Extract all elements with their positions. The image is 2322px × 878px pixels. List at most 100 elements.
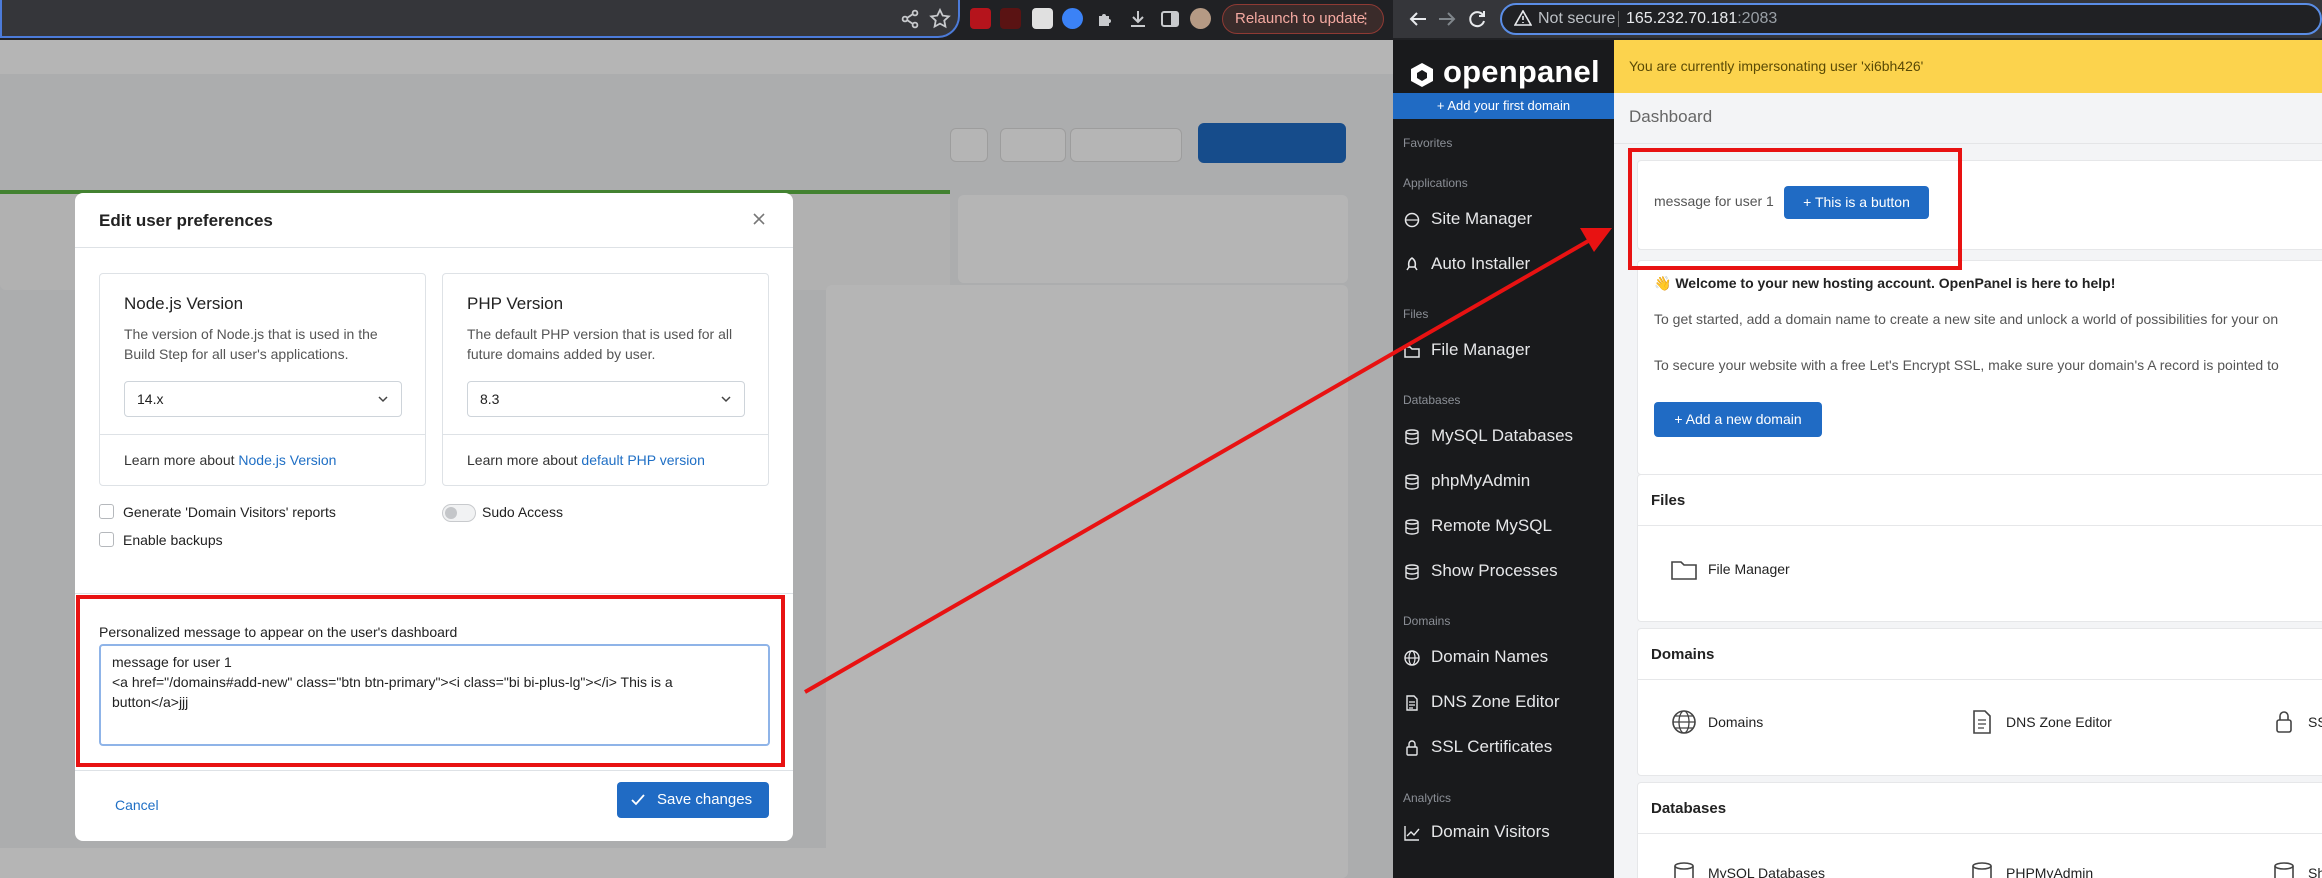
sidebar-item-mysql-databases[interactable]: MySQL Databases <box>1403 424 1573 448</box>
openpanel-sidebar: openpanel + Add your first domain Favori… <box>1393 40 1614 878</box>
sidebar-item-label: Show Processes <box>1431 561 1558 580</box>
breadcrumb: Dashboard <box>1629 107 1713 126</box>
sidebar-item-label: Site Manager <box>1431 209 1533 228</box>
forward-arrow-icon[interactable] <box>1435 7 1459 31</box>
database-icon <box>1405 474 1419 490</box>
sidebar-item-label: Domain Visitors <box>1431 822 1550 841</box>
sidebar-item-phpmyadmin[interactable]: phpMyAdmin <box>1403 469 1530 493</box>
enable-backups-label: Enable backups <box>123 532 223 548</box>
extension-game-icon[interactable] <box>1032 8 1053 29</box>
files-item-label: File Manager <box>1708 561 1790 577</box>
profile-avatar[interactable] <box>1190 8 1211 29</box>
sudo-access-toggle[interactable] <box>442 504 476 522</box>
extension-password-icon[interactable] <box>1062 8 1083 29</box>
openpanel-logo-icon <box>1411 63 1433 87</box>
sidebar-item-label: Domain Names <box>1431 647 1549 666</box>
sidebar-item-domain-visitors[interactable]: Domain Visitors <box>1403 820 1550 844</box>
sidebar-item-file-manager[interactable]: File Manager <box>1403 338 1530 362</box>
php-version-select[interactable]: 8.3 <box>467 381 745 417</box>
sidebar-item-remote-mysql[interactable]: Remote MySQL <box>1403 514 1552 538</box>
nodejs-selected-value: 14.x <box>137 391 164 407</box>
nodejs-card-title: Node.js Version <box>124 294 244 313</box>
relaunch-label: Relaunch to update <box>1235 10 1366 27</box>
add-new-domain-button[interactable]: + Add a new domain <box>1654 402 1822 437</box>
sidebar-section-files: Files <box>1403 307 1429 321</box>
sidebar-item-dns-zone-editor[interactable]: DNS Zone Editor <box>1403 690 1560 714</box>
url-text: 165.232.70.181:2083 <box>1626 5 1777 33</box>
chevron-down-icon <box>721 396 731 403</box>
extension-red-icon[interactable] <box>970 8 991 29</box>
sidebar-item-label: SSL Certificates <box>1431 737 1553 756</box>
address-separator <box>1618 11 1619 27</box>
php-learn-link[interactable]: default PHP version <box>581 452 704 468</box>
database-icon <box>1405 429 1419 445</box>
domains-item-domains[interactable]: Domains <box>1670 707 1763 737</box>
modal-footer-divider <box>75 770 793 771</box>
domains-heading: Domains <box>1651 646 1715 663</box>
annotation-box-dashboard-message <box>1628 148 1962 270</box>
impersonation-banner: You are currently impersonating user 'xi… <box>1614 40 2322 93</box>
site-manager-icon <box>1404 212 1420 228</box>
check-icon <box>631 794 645 806</box>
sidebar-item-ssl-certificates[interactable]: SSL Certificates <box>1403 735 1552 759</box>
php-card-footer: Learn more about default PHP version <box>443 434 768 486</box>
globe-icon <box>1672 710 1696 734</box>
databases-item-phpmyadmin[interactable]: PHPMyAdmin <box>1968 858 2093 878</box>
back-arrow-icon[interactable] <box>1406 7 1430 31</box>
databases-heading: Databases <box>1651 800 1727 817</box>
browser-toolbar: Relaunch to update ⋮ Not secure 165.232.… <box>0 0 2322 40</box>
domains-divider <box>1638 679 2322 680</box>
sidebar-section-domains: Domains <box>1403 614 1451 628</box>
line-chart-icon <box>1404 826 1420 841</box>
annotation-box-message-field <box>76 595 785 767</box>
sidebar-item-label: File Manager <box>1431 340 1531 359</box>
databases-item-mysql[interactable]: MySQL Databases <box>1670 858 1825 878</box>
nodejs-version-select[interactable]: 14.x <box>124 381 402 417</box>
php-selected-value: 8.3 <box>480 391 500 407</box>
enable-backups-checkbox[interactable] <box>99 532 114 547</box>
sidebar-item-site-manager[interactable]: Site Manager <box>1403 207 1532 231</box>
sidebar-item-domain-names[interactable]: Domain Names <box>1403 645 1548 669</box>
add-first-domain-button[interactable]: + Add your first domain <box>1393 93 1614 119</box>
domains-item-ssl[interactable]: SS <box>2270 707 2322 737</box>
save-changes-button[interactable]: Save changes <box>617 782 769 818</box>
databases-item-show[interactable]: Sh <box>2270 858 2322 878</box>
domain-visitors-checkbox[interactable] <box>99 504 114 519</box>
bookmark-star-icon[interactable] <box>928 7 952 31</box>
url-port: :2083 <box>1737 10 1778 27</box>
extension-dark-red-icon[interactable] <box>1000 8 1021 29</box>
domains-item-dns-zone-editor[interactable]: DNS Zone Editor <box>1968 707 2112 737</box>
nodejs-version-card: Node.js Version The version of Node.js t… <box>99 273 426 486</box>
nodejs-learn-link[interactable]: Node.js Version <box>238 452 336 468</box>
sidebar-item-label: MySQL Databases <box>1431 426 1574 445</box>
sidebar-item-auto-installer[interactable]: Auto Installer <box>1403 252 1530 276</box>
databases-item-label: PHPMyAdmin <box>2006 865 2094 878</box>
nodejs-card-footer: Learn more about Node.js Version <box>100 434 425 486</box>
database-icon <box>1674 862 1694 878</box>
address-bar[interactable]: Not secure 165.232.70.181:2083 <box>1500 3 2322 35</box>
domains-item-label: SS <box>2308 714 2322 730</box>
sidebar-item-show-processes[interactable]: Show Processes <box>1403 559 1558 583</box>
sidebar-item-label: Auto Installer <box>1431 254 1531 273</box>
globe-icon <box>1404 650 1420 666</box>
relaunch-to-update-button[interactable]: Relaunch to update ⋮ <box>1222 4 1384 34</box>
puzzle-extensions-icon[interactable] <box>1094 7 1118 31</box>
files-item-file-manager[interactable]: File Manager <box>1670 554 1790 584</box>
php-version-card: PHP Version The default PHP version that… <box>442 273 769 486</box>
files-heading: Files <box>1651 492 1686 509</box>
document-icon <box>1406 695 1418 711</box>
warning-triangle-icon <box>1514 10 1532 26</box>
welcome-title: 👋 Welcome to your new hosting account. O… <box>1654 275 2116 291</box>
sidebar-section-favorites: Favorites <box>1403 136 1453 150</box>
share-icon[interactable] <box>898 7 922 31</box>
sudo-access-label: Sudo Access <box>482 504 563 520</box>
add-new-domain-label: Add a new domain <box>1685 411 1802 427</box>
nodejs-learn-prefix: Learn more about <box>124 452 239 468</box>
side-panel-icon[interactable] <box>1158 7 1182 31</box>
sidebar-item-label: Remote MySQL <box>1431 516 1552 535</box>
download-icon[interactable] <box>1126 7 1150 31</box>
close-icon[interactable] <box>751 211 767 227</box>
cancel-button[interactable]: Cancel <box>115 797 159 813</box>
welcome-card: 👋 Welcome to your new hosting account. O… <box>1637 260 2322 475</box>
reload-icon[interactable] <box>1465 7 1489 31</box>
